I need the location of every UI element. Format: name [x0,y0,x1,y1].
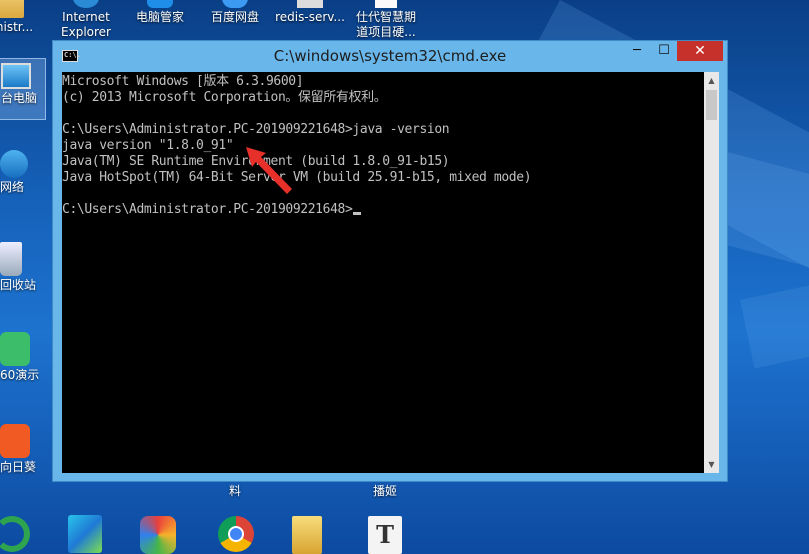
desktop-icon-internet-explorer[interactable]: Internet Explorer [50,0,122,40]
scroll-down-arrow-icon[interactable]: ▼ [704,456,719,473]
close-button[interactable]: ✕ [677,41,723,61]
colorful-app-icon[interactable] [140,516,176,554]
console-line: Microsoft Windows [版本 6.3.9600] [62,74,304,89]
desktop-icon-redis-server[interactable]: redis-serv... [270,0,350,25]
desktop-icon-label-materials[interactable]: 料 [200,484,270,499]
administrator-folder-icon [0,0,24,18]
pc-manager-icon [147,0,173,8]
internet-explorer-icon [73,0,99,8]
sunflower-remote-icon [0,424,30,458]
recycle-bin-icon [0,242,22,276]
chrome-icon[interactable] [218,516,254,552]
text-cursor [353,212,362,215]
desktop-icon-label-boji[interactable]: 播姬 [350,484,420,499]
presentation-app-icon [0,332,30,366]
intellij-idea-icon[interactable] [68,515,102,553]
console-prompt: C:\Users\Administrator.PC-201909221648> [62,202,353,217]
scrollbar-thumb[interactable] [706,90,717,120]
desktop-icon-sunflower[interactable]: 向日葵 [0,424,44,475]
title-bar[interactable]: C:\. C:\windows\system32\cmd.exe ─ ☐ ✕ [53,41,727,72]
this-pc-icon [1,63,31,89]
scroll-up-arrow-icon[interactable]: ▲ [704,72,719,89]
desktop: ministr... Internet Explorer 电脑管家 百度网盘 r… [0,0,809,554]
annotation-arrow-icon [246,147,292,194]
console-prompt-line[interactable]: C:\Users\Administrator.PC-201909221648> [62,202,362,218]
desktop-icon-recycle-bin[interactable]: 回收站 [0,242,44,293]
folder-icon[interactable] [292,516,322,554]
network-icon [0,150,28,178]
project-folder-icon [375,0,397,8]
maximize-button[interactable]: ☐ [651,41,677,61]
console-output[interactable]: Microsoft Windows [版本 6.3.9600] (c) 2013… [62,72,704,473]
typora-icon[interactable]: T [368,516,402,554]
desktop-icon-administrator[interactable]: ministr... [0,0,42,35]
green-app-icon[interactable] [0,516,30,552]
vertical-scrollbar[interactable]: ▲ ▼ [704,72,719,473]
desktop-icon-presentation[interactable]: 60演示 [0,332,44,383]
desktop-icon-this-pc[interactable]: 台电脑 [0,58,46,120]
console-line: C:\Users\Administrator.PC-201909221648>j… [62,122,450,137]
baidu-netdisk-icon [222,0,248,8]
desktop-icon-network[interactable]: 网络 [0,150,44,195]
console-line: (c) 2013 Microsoft Corporation。保留所有权利。 [62,90,387,105]
desktop-icon-pc-manager[interactable]: 电脑管家 [125,0,195,25]
minimize-button[interactable]: ─ [623,41,651,61]
desktop-icon-project-folder[interactable]: 仕代智慧期道项目硬... [348,0,424,40]
redis-server-icon [297,0,323,8]
cmd-window[interactable]: C:\. C:\windows\system32\cmd.exe ─ ☐ ✕ M… [52,40,728,482]
desktop-icon-baidu-netdisk[interactable]: 百度网盘 [200,0,270,25]
console-line: java version "1.8.0_91" [62,138,234,153]
